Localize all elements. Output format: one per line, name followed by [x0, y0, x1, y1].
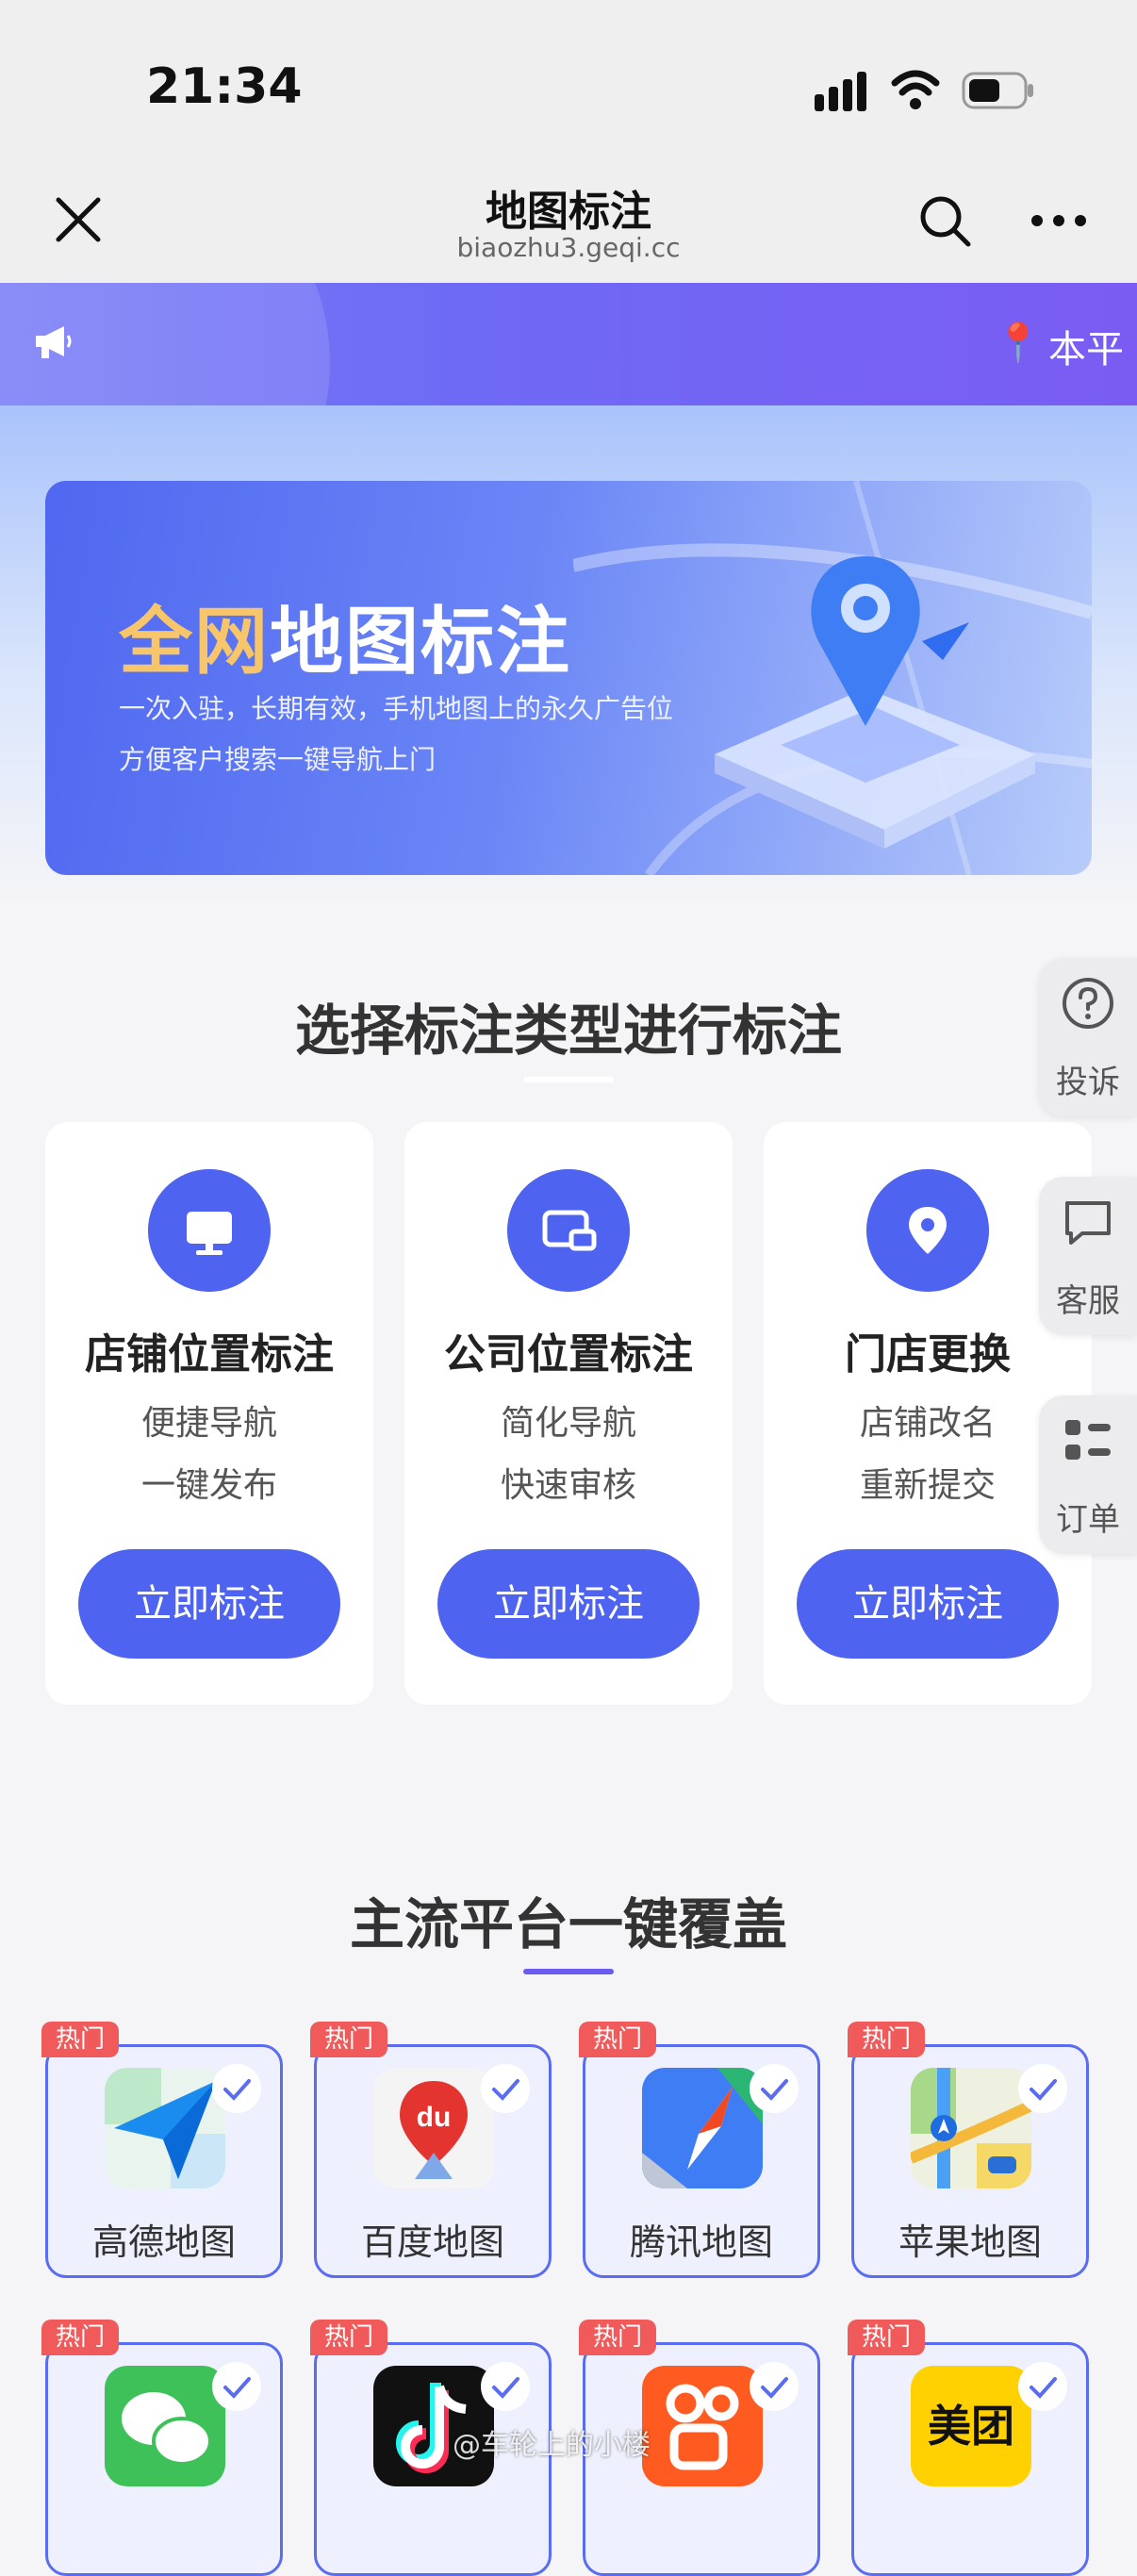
hero-banner[interactable]: 全网地图标注 一次入驻，长期有效，手机地图上的永久广告位 方便客户搜索一键导航上… — [45, 481, 1092, 875]
baidu-map-icon: du — [373, 2068, 494, 2188]
search-button[interactable] — [916, 192, 973, 249]
platform-meituan[interactable]: 美团 — [851, 2342, 1089, 2576]
location-pin-icon: 📍 — [995, 322, 1042, 365]
checkmark-icon — [750, 2362, 799, 2411]
more-button[interactable] — [1028, 204, 1090, 238]
platform-label: 高德地图 — [91, 2221, 236, 2263]
meituan-icon: 美团 — [911, 2366, 1031, 2486]
apple-maps-icon — [911, 2068, 1031, 2188]
section-underline — [523, 1969, 614, 1974]
location-pin-icon — [866, 1169, 989, 1292]
hot-badge: 热门 — [848, 2320, 925, 2355]
checkmark-icon — [212, 2362, 261, 2411]
hot-badge: 热门 — [310, 2320, 387, 2355]
section-underline — [523, 1077, 614, 1082]
wechat-icon — [105, 2366, 225, 2486]
section-title-platforms: 主流平台一键覆盖 — [349, 1892, 787, 1957]
hot-badge: 热门 — [579, 2320, 656, 2355]
checkmark-icon — [481, 2064, 530, 2113]
notice-text: 本平 — [1048, 328, 1124, 372]
platform-baidu[interactable]: du 百度地图 — [314, 2044, 552, 2278]
mark-now-button[interactable]: 立即标注 — [437, 1549, 700, 1659]
card-company-location: 公司位置标注 简化导航 快速审核 立即标注 — [404, 1122, 733, 1705]
hot-badge: 热门 — [310, 2022, 387, 2057]
list-icon — [1065, 1420, 1111, 1460]
banner-line-2: 方便客户搜索一键导航上门 — [119, 744, 437, 775]
card-store-location: 店铺位置标注 便捷导航 一键发布 立即标注 — [45, 1122, 373, 1705]
notice-bar — [0, 283, 1137, 405]
mark-now-button[interactable]: 立即标注 — [797, 1549, 1059, 1659]
checkmark-icon — [212, 2064, 261, 2113]
card-feature-1: 简化导航 — [500, 1404, 636, 1443]
section-title-types: 选择标注类型进行标注 — [294, 999, 842, 1063]
card-feature-2: 快速审核 — [500, 1466, 636, 1505]
checkmark-icon — [750, 2064, 799, 2113]
cellular-signal-icon — [815, 72, 866, 111]
hot-badge: 热门 — [41, 2022, 119, 2057]
banner-line-1: 一次入驻，长期有效，手机地图上的永久广告位 — [119, 693, 674, 724]
tencent-map-icon — [642, 2068, 763, 2188]
platform-label: 苹果地图 — [898, 2221, 1042, 2263]
platform-label: 腾讯地图 — [629, 2221, 773, 2263]
question-icon — [1063, 978, 1113, 1029]
side-label: 投诉 — [1056, 1064, 1120, 1101]
svg-text:du: du — [417, 2102, 452, 2133]
megaphone-icon — [36, 326, 72, 358]
card-title: 公司位置标注 — [444, 1330, 693, 1379]
card-title: 店铺位置标注 — [85, 1330, 334, 1379]
banner-title: 全网地图标注 — [119, 600, 572, 685]
status-time: 21:34 — [146, 58, 303, 115]
hot-badge: 热门 — [848, 2022, 925, 2057]
platform-tencent[interactable]: 腾讯地图 — [583, 2044, 820, 2278]
platform-label: 百度地图 — [360, 2221, 504, 2263]
platform-amap[interactable]: 高德地图 — [45, 2044, 283, 2278]
card-feature-2: 一键发布 — [140, 1466, 277, 1505]
hot-badge: 热门 — [41, 2320, 119, 2355]
checkmark-icon — [1018, 2362, 1067, 2411]
amap-icon — [105, 2068, 225, 2188]
platform-wechat[interactable] — [45, 2342, 283, 2576]
side-label: 客服 — [1056, 1282, 1120, 1320]
side-label: 订单 — [1056, 1501, 1120, 1539]
checkmark-icon — [481, 2362, 530, 2411]
chat-icon — [1065, 1201, 1111, 1245]
screen-cast-icon — [507, 1169, 630, 1292]
mark-now-button[interactable]: 立即标注 — [78, 1549, 340, 1659]
watermark-text: @车轮上的小楼 — [453, 2429, 651, 2462]
side-orders-button[interactable]: 订单 — [1039, 1395, 1137, 1554]
monitor-icon — [148, 1169, 271, 1292]
card-feature-1: 便捷导航 — [140, 1404, 277, 1443]
side-complaint-button[interactable]: 投诉 — [1039, 958, 1137, 1116]
wifi-icon — [891, 70, 940, 109]
battery-icon — [962, 72, 1033, 109]
hot-badge: 热门 — [579, 2022, 656, 2057]
platform-apple-maps[interactable]: 苹果地图 — [851, 2044, 1089, 2278]
card-title: 门店更换 — [845, 1330, 1011, 1379]
checkmark-icon — [1018, 2064, 1067, 2113]
3d-map-pin-illustration — [715, 556, 1035, 849]
side-support-button[interactable]: 客服 — [1039, 1177, 1137, 1335]
kuaishou-icon — [642, 2366, 763, 2486]
